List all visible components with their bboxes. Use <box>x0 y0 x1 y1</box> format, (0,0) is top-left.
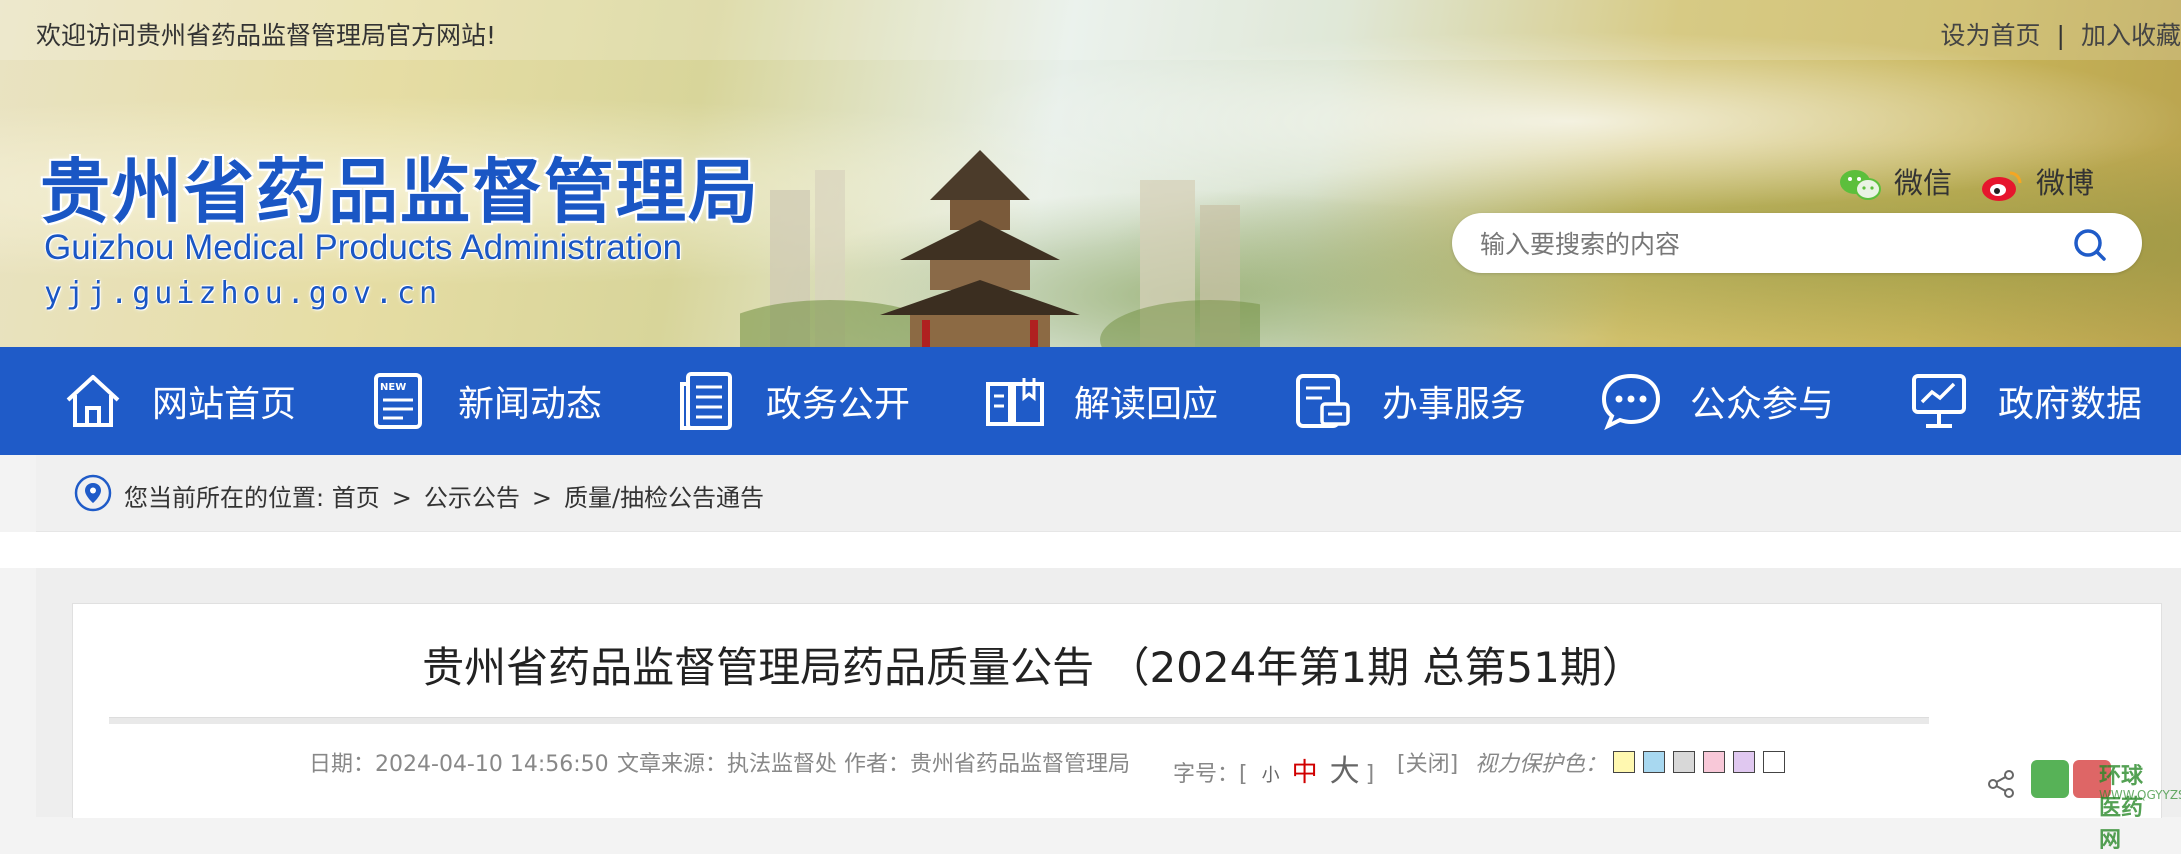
breadcrumb-announcements-link[interactable]: 公示公告 <box>424 484 520 512</box>
breadcrumb-separator: > <box>391 484 412 512</box>
search-box <box>1452 213 2142 273</box>
set-home-link[interactable]: 设为首页 <box>1941 16 2041 52</box>
top-links: 设为首页 | 加入收藏 <box>1941 16 2181 52</box>
weibo-label: 微博 <box>2036 166 2095 200</box>
news-icon: NEW <box>374 373 422 429</box>
wechat-label: 微信 <box>1894 166 1953 200</box>
breadcrumb-prefix: 您当前所在的位置: <box>124 484 325 512</box>
breadcrumb: 您当前所在的位置: 首页 > 公示公告 > 质量/抽检公告通告 <box>36 455 2181 532</box>
eye-color-yellow-swatch[interactable] <box>1613 751 1635 773</box>
eye-care-label: 视力保护色： <box>1475 752 1608 777</box>
nav-item-data[interactable]: 政府数据 <box>1908 347 2142 455</box>
search-icon[interactable] <box>2072 227 2108 263</box>
nav-label: 新闻动态 <box>458 384 603 425</box>
font-size-label: 字号：[ <box>1173 762 1248 787</box>
article-title: 贵州省药品监督管理局药品质量公告 （2024年第1期 总第51期） <box>422 643 1644 692</box>
wechat-icon <box>1840 170 1881 200</box>
eye-color-purple-swatch[interactable] <box>1733 751 1755 773</box>
source-label: 文章来源： <box>617 752 728 777</box>
author-label: 作者： <box>844 752 911 777</box>
article-panel: 贵州省药品监督管理局药品质量公告 （2024年第1期 总第51期） 日期：202… <box>72 603 2181 853</box>
chat-icon <box>1601 373 1661 431</box>
eye-color-blue-swatch[interactable] <box>1643 751 1665 773</box>
article-source: 文章来源：执法监督处 作者：贵州省药品监督管理局 <box>617 746 1130 778</box>
pagoda-image <box>880 150 1080 347</box>
search-input[interactable] <box>1478 223 2042 265</box>
title-divider <box>109 717 1929 724</box>
font-size-controls: 字号：[ 小中大] <box>1173 746 1374 790</box>
data-icon <box>1912 374 1966 428</box>
weibo-link[interactable]: 微博 <box>1980 160 2094 203</box>
wechat-link[interactable]: 微信 <box>1838 160 1952 203</box>
header-banner: 欢迎访问贵州省药品监督管理局官方网站! 设为首页 | 加入收藏 贵州省药品监督管理局… <box>0 0 2181 347</box>
nav-label: 办事服务 <box>1382 384 1527 425</box>
site-domain: yjj.guizhou.gov.cn <box>44 276 442 311</box>
eye-color-white-swatch[interactable] <box>1763 751 1785 773</box>
source-value: 执法监督处 <box>727 752 838 777</box>
nav-item-affairs[interactable]: 政务公开 <box>676 347 910 455</box>
breadcrumb-quality-link[interactable]: 质量/抽检公告通告 <box>564 484 764 512</box>
nav-item-home[interactable]: 网站首页 <box>62 347 296 455</box>
section-gap <box>0 532 2181 568</box>
date-value: 2024-04-10 14:56:50 <box>375 752 609 777</box>
nav-item-participation[interactable]: 公众参与 <box>1600 347 1834 455</box>
welcome-text: 欢迎访问贵州省药品监督管理局官方网站! <box>36 21 497 50</box>
date-label: 日期： <box>309 752 376 777</box>
home-icon <box>66 375 120 427</box>
close-button[interactable]: [关闭] <box>1397 746 1458 778</box>
nav-label: 公众参与 <box>1690 384 1835 425</box>
document-icon <box>680 372 732 430</box>
eye-color-pink-swatch[interactable] <box>1703 751 1725 773</box>
article-date: 日期：2024-04-10 14:56:50 <box>309 746 609 778</box>
nav-item-services[interactable]: 办事服务 <box>1292 347 1526 455</box>
author-value: 贵州省药品监督管理局 <box>910 752 1131 777</box>
eye-color-gray-swatch[interactable] <box>1673 751 1695 773</box>
site-logo-title[interactable]: 贵州省药品监督管理局 <box>40 136 760 237</box>
breadcrumb-home-link[interactable]: 首页 <box>332 484 380 512</box>
watermark-subtext: WWW.QGYYZS.NET <box>2099 788 2181 802</box>
book-icon <box>986 378 1044 426</box>
watermark-text: 环球医药网 <box>2099 764 2144 853</box>
nav-label: 网站首页 <box>152 384 297 425</box>
breadcrumb-separator: > <box>531 484 552 512</box>
location-pin-icon <box>74 474 112 512</box>
font-size-close-bracket: ] <box>1365 762 1375 787</box>
nav-label: 政府数据 <box>1998 384 2143 425</box>
svg-text:NEW: NEW <box>380 382 406 393</box>
main-nav: 网站首页 NEW 新闻动态 政务公开 解读回应 办事服务 公众参与 政府数据 <box>0 347 2181 455</box>
nav-item-interpretation[interactable]: 解读回应 <box>984 347 1218 455</box>
font-small-button[interactable]: 小 <box>1262 765 1280 786</box>
weibo-icon <box>1982 171 2022 201</box>
top-links-separator: | <box>2056 21 2065 50</box>
service-icon <box>1296 374 1350 428</box>
share-icon[interactable] <box>1986 769 2016 799</box>
font-large-button[interactable]: 大 <box>1330 754 1360 789</box>
nav-label: 解读回应 <box>1074 384 1219 425</box>
nav-item-news[interactable]: NEW 新闻动态 <box>368 347 602 455</box>
font-medium-button[interactable]: 中 <box>1292 758 1318 788</box>
nav-label: 政务公开 <box>766 384 911 425</box>
eye-care-swatches <box>1613 751 1785 773</box>
add-favorite-link[interactable]: 加入收藏 <box>2081 16 2181 52</box>
site-logo-subtitle: Guizhou Medical Products Administration <box>44 228 683 267</box>
